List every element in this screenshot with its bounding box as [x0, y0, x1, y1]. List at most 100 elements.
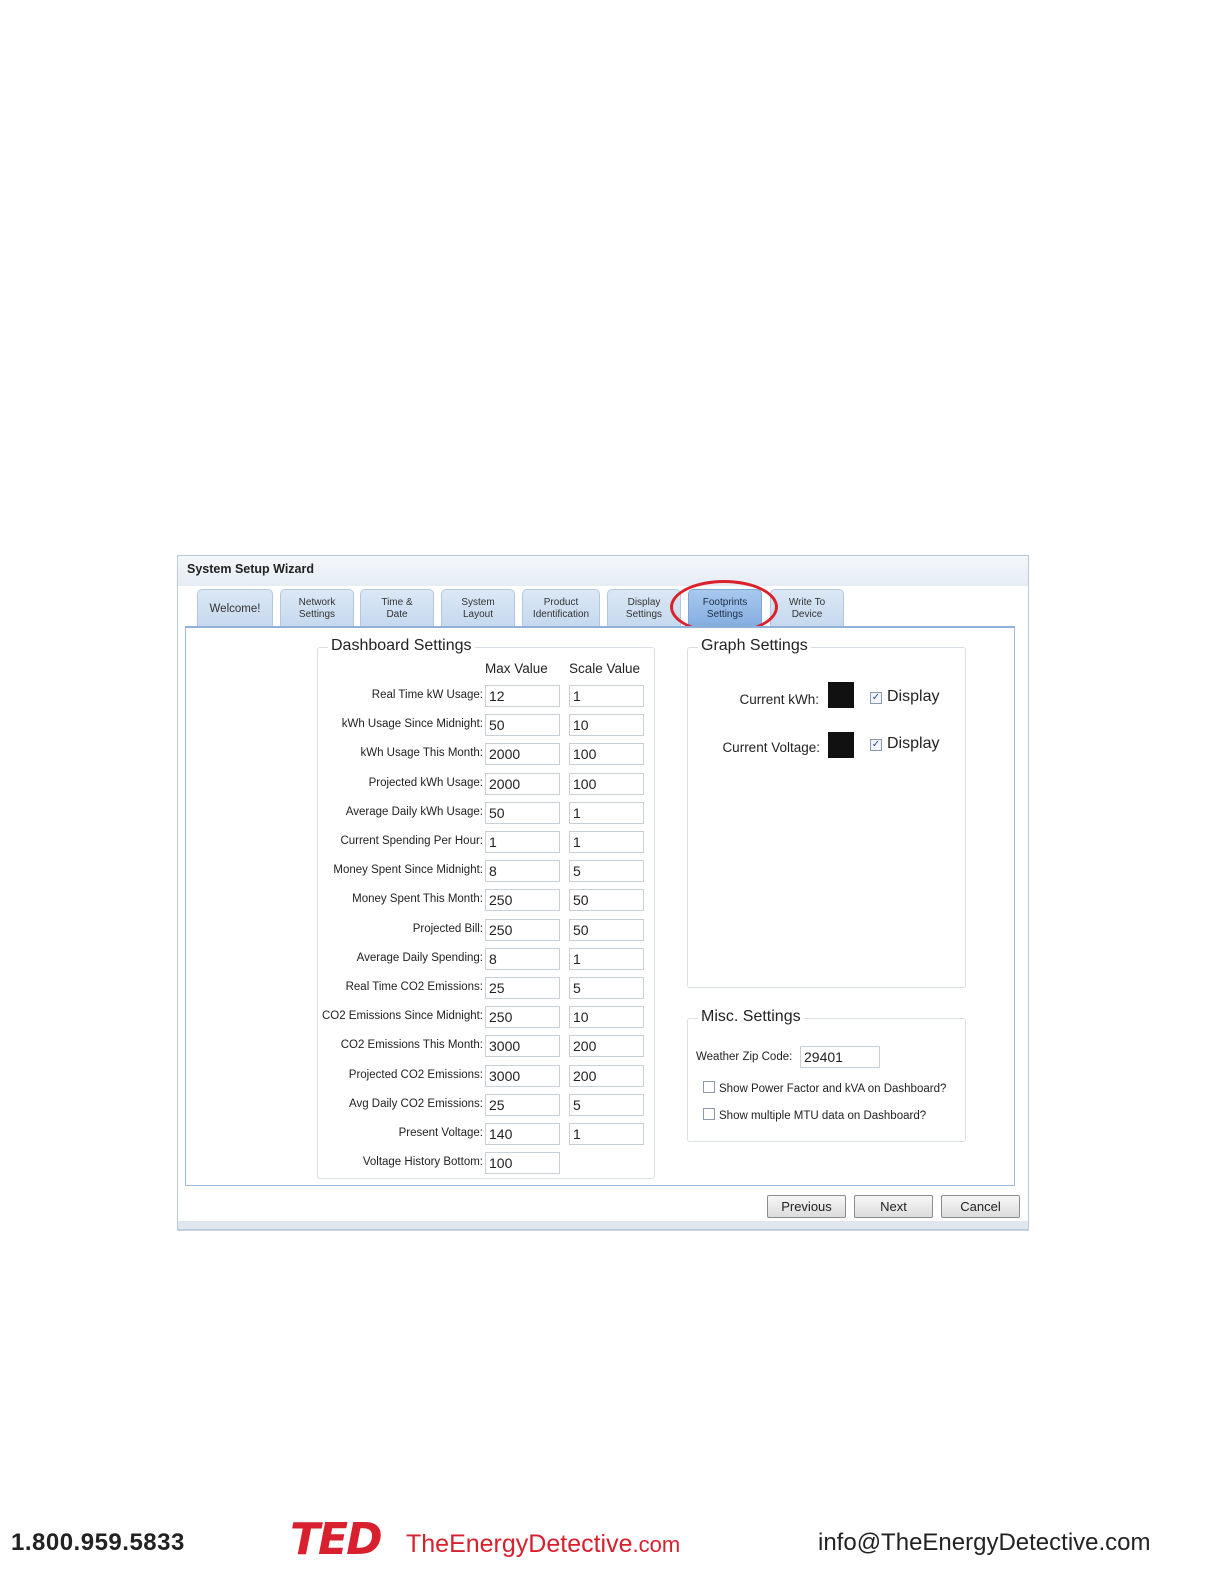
dashboard-row-label: Projected CO2 Emissions:	[348, 1068, 483, 1081]
scale-value-input[interactable]	[569, 918, 644, 941]
graph-settings-group: Graph Settings Current kWh: ✓ Display Cu…	[687, 637, 966, 988]
dashboard-row-label: kWh Usage This Month:	[360, 747, 483, 760]
tab-label: Network Settings	[298, 596, 336, 620]
dashboard-row-label: kWh Usage Since Midnight:	[341, 718, 483, 731]
scale-value-input[interactable]	[569, 743, 644, 766]
dashboard-row-label: Money Spent Since Midnight:	[333, 864, 483, 877]
tab-label: System Layout	[461, 596, 495, 620]
scale-value-input[interactable]	[569, 1035, 644, 1058]
misc-settings-group: Misc. Settings Weather Zip Code: Show Po…	[687, 1008, 966, 1142]
max-value-input[interactable]	[485, 947, 560, 970]
dashboard-row-label: CO2 Emissions Since Midnight:	[321, 1010, 483, 1023]
show-multiple-mtu-checkbox[interactable]	[703, 1108, 715, 1120]
next-button[interactable]: Next	[854, 1195, 933, 1218]
tab-network-settings[interactable]: Network Settings	[280, 589, 354, 627]
scale-value-input[interactable]	[569, 947, 644, 970]
footer-phone: 1.800.959.5833	[11, 1529, 185, 1556]
scale-value-input[interactable]	[569, 1093, 644, 1116]
tab-content-panel: Dashboard Settings Max Value Scale Value…	[185, 626, 1015, 1186]
tab-write-to-device[interactable]: Write To Device	[770, 589, 844, 627]
tab-welcome[interactable]: Welcome!	[197, 589, 273, 627]
show-power-factor-label: Show Power Factor and kVA on Dashboard?	[719, 1083, 947, 1095]
max-value-input[interactable]	[485, 743, 560, 766]
dashboard-row-label: Avg Daily CO2 Emissions:	[349, 1097, 483, 1110]
dashboard-row-label: Voltage History Bottom:	[362, 1156, 483, 1169]
scale-value-input[interactable]	[569, 801, 644, 824]
dashboard-row-label: CO2 Emissions This Month:	[340, 1039, 483, 1052]
max-value-input[interactable]	[485, 801, 560, 824]
max-value-input[interactable]	[485, 977, 560, 999]
scale-value-header: Scale Value	[569, 661, 641, 676]
dashboard-row-label: Current Spending Per Hour:	[340, 835, 483, 847]
window-title: System Setup Wizard	[187, 562, 315, 576]
dashboard-row-label: Present Voltage:	[398, 1127, 483, 1139]
max-value-input[interactable]	[485, 831, 560, 853]
max-value-input[interactable]	[485, 918, 560, 941]
current-kwh-display-label: Display	[887, 688, 940, 705]
current-voltage-label: Current Voltage:	[722, 740, 820, 755]
scale-value-input[interactable]	[569, 1064, 644, 1087]
dashboard-row-label: Real Time CO2 Emissions:	[345, 981, 483, 993]
max-value-input[interactable]	[485, 714, 560, 737]
ted-logo: TED	[290, 1514, 383, 1565]
weather-zip-input[interactable]	[800, 1046, 880, 1068]
window-bottom-strip	[178, 1221, 1028, 1229]
weather-zip-label: Weather Zip Code:	[696, 1051, 793, 1063]
show-multiple-mtu-label: Show multiple MTU data on Dashboard?	[719, 1110, 927, 1122]
window-titlebar: System Setup Wizard	[178, 556, 1028, 586]
dashboard-row-label: Projected Bill:	[412, 922, 483, 935]
dashboard-row-label: Money Spent This Month:	[352, 893, 483, 906]
scale-value-input[interactable]	[569, 860, 644, 883]
tab-display-settings[interactable]: Display Settings	[607, 589, 681, 627]
graph-settings-title: Graph Settings	[698, 637, 811, 655]
current-voltage-color-swatch[interactable]	[828, 732, 854, 758]
scale-value-input[interactable]	[569, 977, 644, 999]
tab-footprints-settings[interactable]: Footprints Settings	[688, 589, 762, 627]
dashboard-row-label: Real Time kW Usage:	[371, 689, 483, 701]
max-value-input[interactable]	[485, 772, 560, 795]
tab-label: Display Settings	[625, 596, 663, 620]
scale-value-input[interactable]	[569, 772, 644, 795]
max-value-input[interactable]	[485, 1064, 560, 1087]
misc-settings-title: Misc. Settings	[698, 1008, 804, 1026]
dashboard-settings-group: Dashboard Settings Max Value Scale Value…	[317, 637, 655, 1179]
current-kwh-label: Current kWh:	[739, 692, 819, 707]
footer-website: TheEnergyDetective.com	[406, 1530, 681, 1558]
tab-label: Write To Device	[788, 596, 826, 620]
max-value-header: Max Value	[485, 661, 548, 676]
max-value-input[interactable]	[485, 1006, 560, 1029]
scale-value-input[interactable]	[569, 714, 644, 737]
previous-button[interactable]: Previous	[767, 1195, 846, 1218]
dashboard-settings-title: Dashboard Settings	[328, 637, 475, 655]
max-value-input[interactable]	[485, 1093, 560, 1116]
tab-label: Product Identification	[532, 596, 590, 620]
dashboard-row-label: Average Daily Spending:	[356, 951, 483, 964]
setup-wizard-window: System Setup Wizard Welcome! Network Sett…	[177, 555, 1029, 1230]
footer-email: info@TheEnergyDetective.com	[818, 1529, 1151, 1556]
dashboard-row-label: Projected kWh Usage:	[368, 776, 483, 789]
scale-value-input[interactable]	[569, 1123, 644, 1145]
scale-value-input[interactable]	[569, 1006, 644, 1029]
cancel-button[interactable]: Cancel	[941, 1195, 1020, 1218]
max-value-input[interactable]	[485, 1123, 560, 1145]
scale-value-input[interactable]	[569, 685, 644, 707]
current-voltage-display-label: Display	[887, 735, 940, 752]
current-kwh-color-swatch[interactable]	[828, 682, 854, 708]
tab-label: Welcome!	[209, 602, 261, 615]
current-kwh-display-checkbox[interactable]: ✓	[870, 692, 882, 704]
tab-system-layout[interactable]: System Layout	[441, 589, 515, 627]
max-value-input[interactable]	[485, 860, 560, 883]
show-power-factor-checkbox[interactable]	[703, 1081, 715, 1093]
tab-product-identification[interactable]: Product Identification	[522, 589, 600, 627]
max-value-input[interactable]	[485, 685, 560, 707]
max-value-input[interactable]	[485, 1152, 560, 1175]
max-value-input[interactable]	[485, 1035, 560, 1058]
dashboard-row-label: Average Daily kWh Usage:	[345, 805, 483, 818]
scale-value-input[interactable]	[569, 889, 644, 912]
tab-label: Footprints Settings	[702, 596, 748, 620]
max-value-input[interactable]	[485, 889, 560, 912]
current-voltage-display-checkbox[interactable]: ✓	[870, 739, 882, 751]
tab-time-date[interactable]: Time & Date	[360, 589, 434, 627]
scale-value-input[interactable]	[569, 831, 644, 853]
tab-label: Time & Date	[381, 596, 413, 620]
